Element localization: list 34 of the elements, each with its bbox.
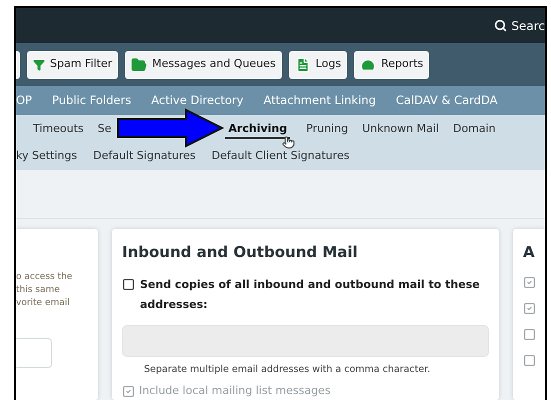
subtab[interactable]: Se — [98, 120, 112, 140]
subtab[interactable]: Default Client Signatures — [212, 148, 350, 165]
card-title: Inbound and Outbound Mail — [122, 242, 359, 263]
subtab[interactable]: ky Settings — [16, 148, 78, 165]
description-text: vorite email — [16, 296, 70, 310]
subtab[interactable]: Default Signatures — [93, 148, 196, 165]
checkbox[interactable] — [523, 328, 536, 342]
checkbox[interactable] — [523, 354, 536, 368]
toolbar-button[interactable]: Reports — [354, 50, 430, 79]
document-icon — [294, 56, 311, 73]
input-field[interactable] — [16, 338, 52, 368]
hand-cursor-icon — [282, 136, 295, 149]
checkbox-label: Include local mailing list messages — [139, 383, 331, 400]
search-icon — [494, 19, 508, 32]
folder-icon — [131, 56, 148, 73]
description-text: o access the — [16, 270, 72, 284]
subtab[interactable]: Timeouts — [33, 120, 84, 140]
subtab[interactable]: Domain — [452, 120, 496, 140]
search-link[interactable]: Searc — [511, 16, 545, 35]
hint-text: Separate multiple email addresses with a comma character. — [144, 363, 432, 378]
subtab[interactable]: Pruning — [306, 120, 348, 140]
description-text: this same — [16, 284, 60, 297]
checkbox-label: Send copies of all inbound and outbound mail to these addresses: — [140, 277, 480, 314]
toolbar-button[interactable]: Logs — [288, 50, 348, 79]
toolbar-button-edge[interactable] — [16, 50, 20, 79]
toolbar-button[interactable]: Spam Filter — [27, 50, 118, 79]
funnel-icon — [33, 58, 45, 71]
arrow-icon — [116, 108, 224, 148]
checkbox[interactable] — [122, 278, 135, 292]
checkbox[interactable] — [523, 276, 536, 290]
card-title: A — [523, 242, 536, 263]
checkbox[interactable] — [523, 302, 536, 316]
subtab[interactable]: Unknown Mail — [362, 120, 439, 140]
toolbar-button[interactable]: Messages and Queues — [125, 50, 282, 79]
